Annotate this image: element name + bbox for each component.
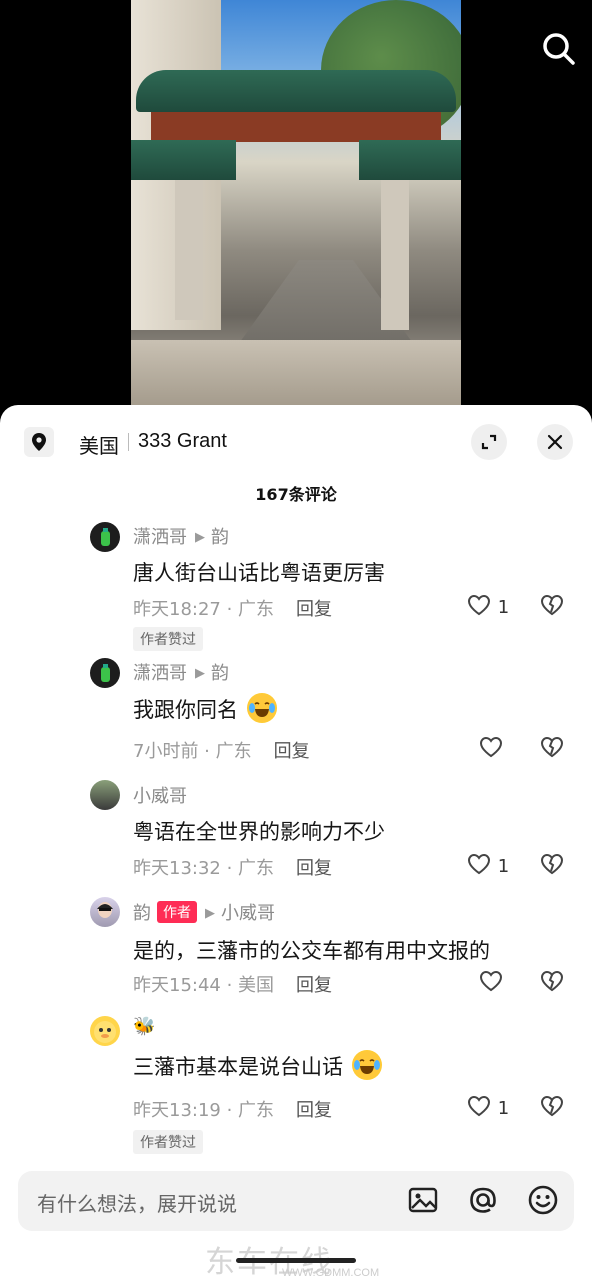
avatar[interactable] [90, 522, 120, 552]
comment-text-row: 我跟你同名 [133, 693, 277, 724]
heart-icon [467, 1095, 491, 1117]
comment-meta: 昨天18:27 · 广东 回复 [133, 595, 332, 621]
gate-side-roof-left [131, 140, 236, 180]
location-pin-icon [24, 427, 54, 457]
like-count: 1 [497, 597, 510, 618]
location-address: 333 Grant [138, 430, 227, 452]
comment-meta: 昨天13:19 · 广东 回复 [133, 1096, 332, 1122]
heart-icon [467, 853, 491, 875]
comment-input-bar[interactable]: 有什么想法，展开说说 [18, 1171, 574, 1231]
reply-arrow-icon: ▶ [195, 666, 205, 681]
laugh-cry-emoji-icon [246, 693, 277, 723]
comment-text: 唐人街台山话比粤语更厉害 [133, 561, 385, 585]
like-button[interactable] [478, 735, 504, 760]
comment-name-row: 小威哥 [133, 782, 187, 808]
gate-roof [136, 70, 456, 112]
like-button[interactable]: 1 [466, 852, 509, 877]
location-row[interactable]: 美国 333 Grant [24, 424, 574, 464]
heart-icon [479, 736, 503, 758]
comment-meta: 昨天13:32 · 广东 回复 [133, 854, 332, 880]
comment-name-row: 韵作者 ▶ 小威哥 [133, 899, 275, 925]
reply-button[interactable]: 回复 [296, 599, 332, 620]
comment-meta: 7小时前 · 广东 回复 [133, 737, 310, 763]
broken-heart-icon[interactable] [539, 852, 565, 880]
comment-time: 昨天18:27 · 广东 [133, 599, 275, 620]
broken-heart-icon[interactable] [539, 969, 565, 997]
reply-button[interactable]: 回复 [296, 858, 332, 879]
avatar[interactable] [90, 1016, 120, 1046]
comment-meta: 昨天15:44 · 美国 回复 [133, 971, 332, 997]
gate-side-roof-right [359, 140, 461, 180]
heart-icon [467, 594, 491, 616]
location-country: 美国 [79, 434, 119, 458]
like-button[interactable] [478, 969, 504, 994]
avatar[interactable] [90, 780, 120, 810]
comment-input-placeholder[interactable]: 有什么想法，展开说说 [37, 1188, 237, 1217]
reply-button[interactable]: 回复 [296, 975, 332, 996]
like-button[interactable]: 1 [466, 1094, 509, 1119]
reply-arrow-icon: ▶ [195, 530, 205, 545]
comment-text: 我跟你同名 [133, 698, 238, 722]
heart-icon [479, 970, 503, 992]
comment-username[interactable]: 🐝 [133, 1016, 155, 1037]
expand-icon[interactable] [471, 424, 507, 460]
like-button[interactable]: 1 [466, 593, 509, 618]
comment-name-row: 潇洒哥 ▶ 韵 [133, 659, 229, 685]
location-divider [128, 433, 129, 451]
reply-arrow-icon: ▶ [205, 906, 215, 921]
comment-name-row: 潇洒哥 ▶ 韵 [133, 523, 229, 549]
comment-time: 昨天15:44 · 美国 [133, 975, 275, 996]
reply-button[interactable]: 回复 [296, 1100, 332, 1121]
scene-sidewalk [131, 340, 461, 405]
gate-beam [151, 112, 441, 142]
comments-sheet: 美国 333 Grant 167条评论 潇洒哥 ▶ 韵 唐人街台山话比粤语更厉害 昨… [0, 405, 592, 1280]
like-count: 1 [497, 1098, 510, 1119]
emoji-icon[interactable] [526, 1183, 560, 1217]
comment-time: 昨天13:19 · 广东 [133, 1100, 275, 1121]
comment-username[interactable]: 韵 [133, 903, 151, 924]
comment-name-row: 🐝 [133, 1016, 155, 1037]
at-icon[interactable] [466, 1183, 500, 1217]
laugh-cry-emoji-icon [351, 1050, 382, 1080]
avatar[interactable] [90, 658, 120, 688]
comment-time: 昨天13:32 · 广东 [133, 858, 275, 879]
broken-heart-icon[interactable] [539, 1094, 565, 1122]
like-count: 1 [497, 856, 510, 877]
avatar[interactable] [90, 897, 120, 927]
comment-username[interactable]: 小威哥 [133, 786, 187, 807]
reply-target-username[interactable]: 韵 [211, 663, 229, 684]
author-liked-badge: 作者赞过 [133, 1130, 203, 1154]
comment-time: 7小时前 · 广东 [133, 741, 252, 762]
comment-text: 粤语在全世界的影响力不少 [133, 820, 385, 844]
watermark-url: WWW.GDMM.COM [282, 1267, 380, 1279]
reply-target-username[interactable]: 小威哥 [221, 903, 275, 924]
broken-heart-icon[interactable] [539, 735, 565, 763]
comment-username[interactable]: 潇洒哥 [133, 663, 187, 684]
comment-text: 是的，三藩市的公交车都有用中文报的 [133, 939, 490, 963]
author-liked-badge: 作者赞过 [133, 627, 203, 651]
comment-text: 三藩市基本是说台山话 [133, 1055, 343, 1079]
home-indicator[interactable] [236, 1258, 356, 1263]
video-frame[interactable] [131, 0, 461, 405]
close-icon[interactable] [537, 424, 573, 460]
reply-button[interactable]: 回复 [274, 741, 310, 762]
broken-heart-icon[interactable] [539, 593, 565, 621]
reply-target-username[interactable]: 韵 [211, 527, 229, 548]
author-badge: 作者 [157, 901, 197, 923]
gate-pillar-right [381, 180, 409, 330]
comments-count: 167条评论 [255, 485, 337, 504]
comment-username[interactable]: 潇洒哥 [133, 527, 187, 548]
gate-pillar-left [175, 180, 203, 320]
image-icon[interactable] [406, 1183, 440, 1217]
comment-text-row: 三藩市基本是说台山话 [133, 1050, 382, 1081]
video-player[interactable] [0, 0, 592, 420]
search-icon[interactable] [536, 26, 580, 70]
